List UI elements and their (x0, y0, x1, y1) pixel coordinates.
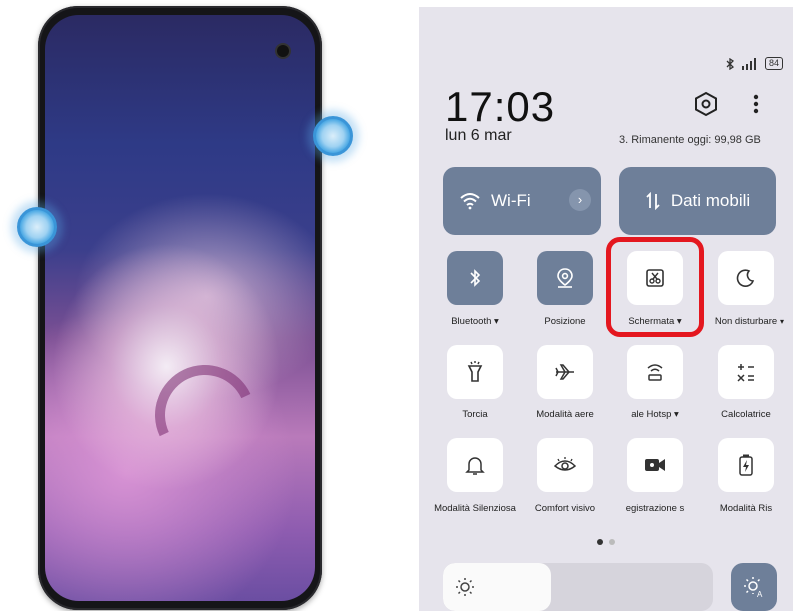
flashlight-tile[interactable] (447, 345, 503, 399)
phone-wallpaper (45, 15, 315, 601)
auto-brightness-button[interactable]: A (731, 563, 777, 611)
tile-label: Bluetooth ▾ (451, 316, 499, 327)
wallpaper-swirl (140, 350, 270, 480)
eye-icon (553, 457, 577, 471)
battery-indicator: 84 (764, 57, 783, 70)
settings-hex-icon (695, 91, 717, 117)
tile-label: Calcolatrice (721, 409, 771, 420)
mobile-data-icon (645, 192, 661, 210)
wifi-expand-button[interactable]: › (569, 189, 591, 211)
auto-brightness-icon: A (744, 577, 763, 598)
page-dot-active (597, 539, 603, 545)
calculator-icon (737, 364, 754, 382)
bluetooth-tile[interactable] (447, 251, 503, 305)
tile-label: Modalità Ris (719, 503, 773, 514)
mobile-data-tile[interactable]: Dati mobili (619, 167, 776, 235)
location-tile[interactable] (537, 251, 593, 305)
bluetooth-status-icon (725, 57, 735, 70)
do-not-disturb-tile[interactable] (718, 251, 774, 305)
tile-label: Comfort visivo (534, 503, 596, 514)
phone-illustration (38, 6, 322, 610)
dnd-expand-arrow[interactable]: ▾ (780, 317, 784, 326)
tile-label: Non disturbare (714, 316, 778, 327)
hotspot-tile[interactable] (627, 345, 683, 399)
battery-saver-tile[interactable] (718, 438, 774, 492)
page-dot (609, 539, 615, 545)
svg-text:A: A (757, 590, 763, 598)
more-vertical-icon (753, 94, 759, 114)
wifi-tile[interactable]: Wi-Fi › (443, 167, 601, 235)
tile-label: Torcia (462, 409, 488, 420)
page-indicator (597, 539, 615, 545)
eye-comfort-tile[interactable] (537, 438, 593, 492)
brightness-slider[interactable] (443, 563, 713, 611)
moon-icon (736, 269, 755, 287)
battery-saver-icon (739, 454, 753, 476)
calculator-tile[interactable] (718, 345, 774, 399)
wifi-icon (459, 192, 481, 210)
screenshot-highlight-box (606, 237, 704, 337)
front-camera (277, 45, 289, 57)
tile-label: Modalità Silenziosa (434, 503, 516, 514)
settings-button[interactable] (693, 91, 719, 117)
tile-label: Posizione (544, 316, 586, 327)
side-button-press-indicator (313, 116, 353, 156)
video-record-icon (645, 459, 665, 471)
more-options-button[interactable] (749, 91, 763, 117)
date: lun 6 mar (445, 127, 512, 144)
tile-label: egistrazione s (625, 503, 685, 514)
location-icon (557, 268, 573, 288)
mobile-data-label: Dati mobili (670, 191, 751, 210)
bluetooth-icon (470, 269, 481, 287)
volume-button-press-indicator (17, 207, 57, 247)
hotspot-icon (647, 364, 663, 381)
bell-icon (465, 457, 485, 475)
data-remaining-text: 3. Rimanente oggi: 99,98 GB (619, 134, 761, 146)
control-center-panel: 84 17:03 lun 6 mar 3. Rimanente oggi: 99… (419, 7, 793, 611)
screen-recording-tile[interactable] (627, 438, 683, 492)
tile-label: ale Hotsp ▾ (631, 409, 679, 420)
silent-mode-tile[interactable] (447, 438, 503, 492)
signal-icon (741, 57, 759, 70)
flashlight-icon (467, 361, 483, 382)
brightness-sun-icon (455, 577, 475, 597)
clock: 17:03 (445, 83, 556, 130)
wifi-label: Wi-Fi (491, 191, 531, 210)
tile-label: Modalità aere (536, 409, 594, 420)
status-bar: 84 (725, 57, 783, 70)
airplane-mode-tile[interactable] (537, 345, 593, 399)
airplane-icon (555, 364, 574, 380)
